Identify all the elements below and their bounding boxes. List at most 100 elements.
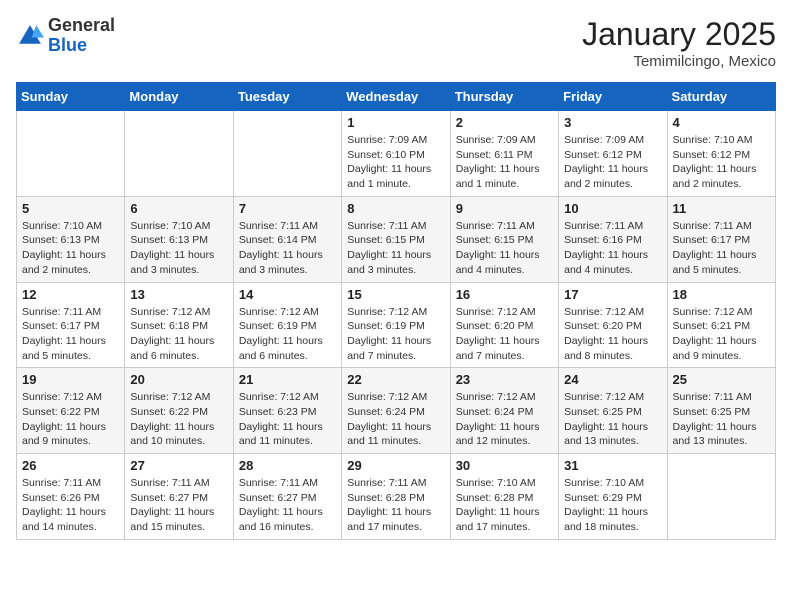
calendar-cell: 15 Sunrise: 7:12 AMSunset: 6:19 PMDayligh… [342,282,450,368]
weekday-header-thursday: Thursday [450,83,558,111]
day-info: Sunrise: 7:12 AMSunset: 6:25 PMDaylight:… [564,390,661,449]
logo: General Blue [16,16,115,56]
week-row-2: 5Sunrise: 7:10 AMSunset: 6:13 PMDaylight… [17,196,776,282]
day-number: 3 [564,115,661,130]
logo-blue: Blue [48,35,87,55]
day-info: Sunrise: 7:09 AMSunset: 6:11 PMDaylight:… [456,133,553,192]
weekday-header-saturday: Saturday [667,83,775,111]
day-info: Sunrise: 7:11 AMSunset: 6:27 PMDaylight:… [239,476,336,535]
day-number: 29 [347,458,444,473]
calendar-cell: 7 Sunrise: 7:11 AMSunset: 6:14 PMDaylight… [233,196,341,282]
week-row-5: 26Sunrise: 7:11 AMSunset: 6:26 PMDayligh… [17,454,776,540]
day-info: Sunrise: 7:11 AMSunset: 6:28 PMDaylight:… [347,476,444,535]
day-info: Sunrise: 7:12 AMSunset: 6:21 PMDaylight:… [673,305,770,364]
logo-icon [16,22,44,50]
day-info: Sunrise: 7:12 AMSunset: 6:18 PMDaylight:… [130,305,227,364]
location: Temimilcingo, Mexico [582,53,776,70]
day-info: Sunrise: 7:11 AMSunset: 6:25 PMDaylight:… [673,390,770,449]
calendar-cell: 30Sunrise: 7:10 AMSunset: 6:28 PMDayligh… [450,454,558,540]
calendar-cell: 8Sunrise: 7:11 AMSunset: 6:15 PMDaylight… [342,196,450,282]
calendar-cell: 1 Sunrise: 7:09 AMSunset: 6:10 PMDaylight… [342,111,450,197]
day-number: 6 [130,201,227,216]
day-number: 25 [673,372,770,387]
weekday-header-row: SundayMondayTuesdayWednesdayThursdayFrid… [17,83,776,111]
calendar-cell [667,454,775,540]
day-number: 15 [347,287,444,302]
day-info: Sunrise: 7:12 AMSunset: 6:23 PMDaylight:… [239,390,336,449]
day-number: 18 [673,287,770,302]
day-info: Sunrise: 7:09 AMSunset: 6:10 PMDaylight:… [347,133,444,192]
day-info: Sunrise: 7:11 AMSunset: 6:14 PMDaylight:… [239,219,336,278]
day-info: Sunrise: 7:10 AMSunset: 6:28 PMDaylight:… [456,476,553,535]
day-info: Sunrise: 7:12 AMSunset: 6:22 PMDaylight:… [22,390,119,449]
calendar-cell: 20Sunrise: 7:12 AMSunset: 6:22 PMDayligh… [125,368,233,454]
calendar-cell [233,111,341,197]
calendar-cell [125,111,233,197]
calendar-cell: 24 Sunrise: 7:12 AMSunset: 6:25 PMDayligh… [559,368,667,454]
calendar-cell: 17Sunrise: 7:12 AMSunset: 6:20 PMDayligh… [559,282,667,368]
day-info: Sunrise: 7:12 AMSunset: 6:20 PMDaylight:… [456,305,553,364]
day-info: Sunrise: 7:11 AMSunset: 6:27 PMDaylight:… [130,476,227,535]
calendar-cell: 25 Sunrise: 7:11 AMSunset: 6:25 PMDayligh… [667,368,775,454]
day-number: 12 [22,287,119,302]
calendar-cell: 2 Sunrise: 7:09 AMSunset: 6:11 PMDaylight… [450,111,558,197]
month-title: January 2025 [582,16,776,53]
day-number: 2 [456,115,553,130]
calendar-cell: 4Sunrise: 7:10 AMSunset: 6:12 PMDaylight… [667,111,775,197]
week-row-4: 19 Sunrise: 7:12 AMSunset: 6:22 PMDayligh… [17,368,776,454]
weekday-header-sunday: Sunday [17,83,125,111]
week-row-1: 1 Sunrise: 7:09 AMSunset: 6:10 PMDaylight… [17,111,776,197]
day-number: 27 [130,458,227,473]
logo-general: General [48,15,115,35]
day-number: 24 [564,372,661,387]
weekday-header-tuesday: Tuesday [233,83,341,111]
day-info: Sunrise: 7:09 AMSunset: 6:12 PMDaylight:… [564,133,661,192]
calendar-cell: 11 Sunrise: 7:11 AMSunset: 6:17 PMDayligh… [667,196,775,282]
day-info: Sunrise: 7:12 AMSunset: 6:24 PMDaylight:… [347,390,444,449]
calendar: SundayMondayTuesdayWednesdayThursdayFrid… [16,82,776,540]
day-number: 7 [239,201,336,216]
day-info: Sunrise: 7:11 AMSunset: 6:17 PMDaylight:… [22,305,119,364]
calendar-cell: 16Sunrise: 7:12 AMSunset: 6:20 PMDayligh… [450,282,558,368]
day-number: 22 [347,372,444,387]
calendar-cell: 18 Sunrise: 7:12 AMSunset: 6:21 PMDayligh… [667,282,775,368]
calendar-cell: 21Sunrise: 7:12 AMSunset: 6:23 PMDayligh… [233,368,341,454]
calendar-cell: 27 Sunrise: 7:11 AMSunset: 6:27 PMDayligh… [125,454,233,540]
day-number: 13 [130,287,227,302]
weekday-header-friday: Friday [559,83,667,111]
day-info: Sunrise: 7:11 AMSunset: 6:16 PMDaylight:… [564,219,661,278]
day-info: Sunrise: 7:12 AMSunset: 6:19 PMDaylight:… [347,305,444,364]
calendar-cell: 26Sunrise: 7:11 AMSunset: 6:26 PMDayligh… [17,454,125,540]
day-info: Sunrise: 7:10 AMSunset: 6:13 PMDaylight:… [130,219,227,278]
calendar-cell: 5Sunrise: 7:10 AMSunset: 6:13 PMDaylight… [17,196,125,282]
day-number: 1 [347,115,444,130]
day-info: Sunrise: 7:11 AMSunset: 6:26 PMDaylight:… [22,476,119,535]
day-number: 28 [239,458,336,473]
calendar-cell: 29 Sunrise: 7:11 AMSunset: 6:28 PMDayligh… [342,454,450,540]
day-number: 20 [130,372,227,387]
page-header: General Blue January 2025 Temimilcingo, … [16,16,776,70]
weekday-header-monday: Monday [125,83,233,111]
day-info: Sunrise: 7:11 AMSunset: 6:17 PMDaylight:… [673,219,770,278]
calendar-cell [17,111,125,197]
calendar-cell: 10 Sunrise: 7:11 AMSunset: 6:16 PMDayligh… [559,196,667,282]
weekday-header-wednesday: Wednesday [342,83,450,111]
calendar-cell: 9Sunrise: 7:11 AMSunset: 6:15 PMDaylight… [450,196,558,282]
day-number: 23 [456,372,553,387]
day-number: 9 [456,201,553,216]
calendar-cell: 13 Sunrise: 7:12 AMSunset: 6:18 PMDayligh… [125,282,233,368]
logo-text: General Blue [48,16,115,56]
calendar-cell: 22 Sunrise: 7:12 AMSunset: 6:24 PMDayligh… [342,368,450,454]
day-number: 10 [564,201,661,216]
calendar-cell: 6 Sunrise: 7:10 AMSunset: 6:13 PMDaylight… [125,196,233,282]
day-info: Sunrise: 7:10 AMSunset: 6:29 PMDaylight:… [564,476,661,535]
calendar-cell: 12 Sunrise: 7:11 AMSunset: 6:17 PMDayligh… [17,282,125,368]
week-row-3: 12 Sunrise: 7:11 AMSunset: 6:17 PMDayligh… [17,282,776,368]
day-number: 19 [22,372,119,387]
day-info: Sunrise: 7:12 AMSunset: 6:24 PMDaylight:… [456,390,553,449]
day-number: 4 [673,115,770,130]
calendar-cell: 31Sunrise: 7:10 AMSunset: 6:29 PMDayligh… [559,454,667,540]
title-block: January 2025 Temimilcingo, Mexico [582,16,776,70]
day-number: 11 [673,201,770,216]
calendar-cell: 19 Sunrise: 7:12 AMSunset: 6:22 PMDayligh… [17,368,125,454]
